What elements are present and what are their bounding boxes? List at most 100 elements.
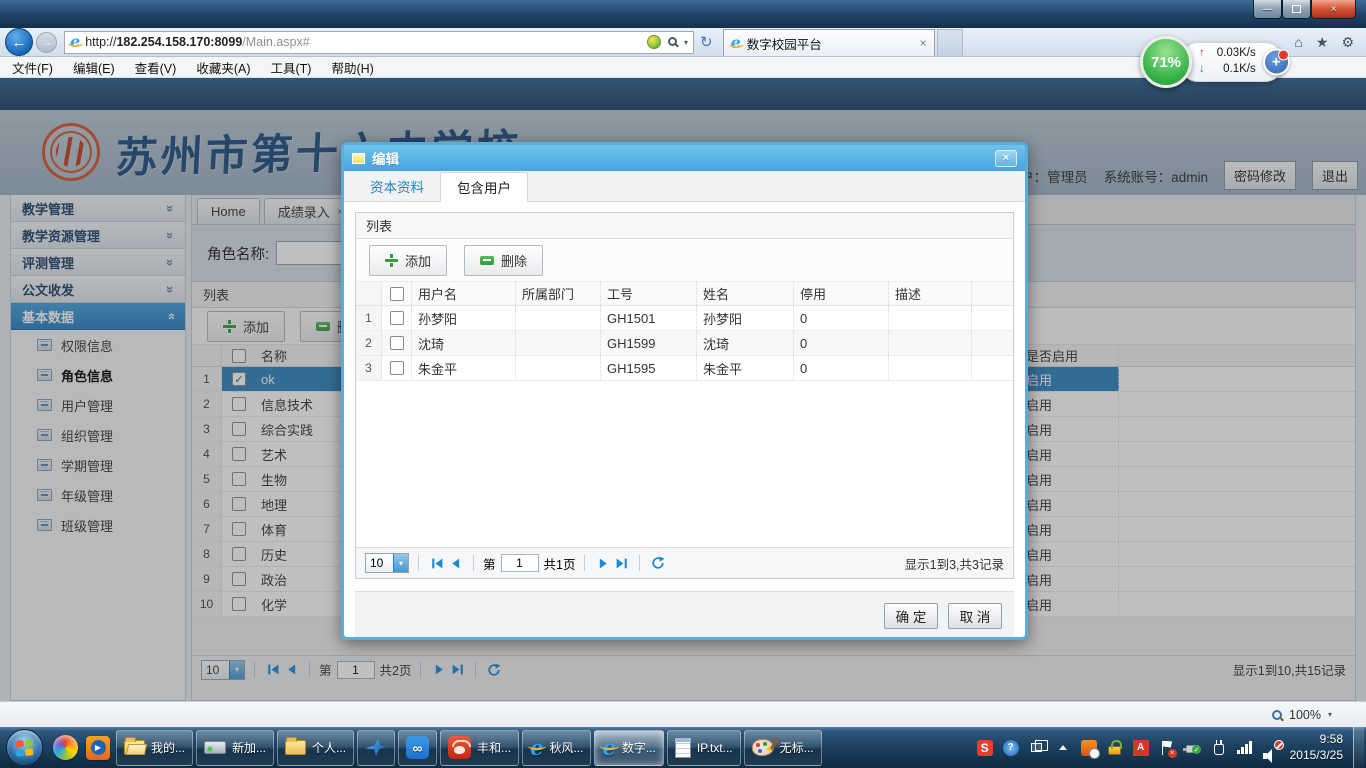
select-arrow-icon: ▾ — [393, 554, 408, 572]
menu-item-5[interactable]: 帮助(H) — [321, 58, 383, 77]
ok-button[interactable]: 确 定 — [884, 603, 938, 629]
window-restore-icon[interactable] — [1029, 739, 1045, 756]
dialog-close-button[interactable]: × — [995, 150, 1017, 167]
system-tray: S? A × ✓ — [973, 739, 1284, 756]
users-table-row[interactable]: 2沈琦GH1599沈琦0 — [356, 331, 1013, 356]
users-cell: GH1599 — [601, 331, 697, 355]
users-column-header-4[interactable]: 停用 — [794, 282, 889, 305]
dialog-tabstrip: 资本资料包含用户 — [344, 171, 1025, 202]
back-button[interactable]: ← — [5, 28, 33, 56]
new-tab-button[interactable] — [937, 29, 963, 56]
volume-muted-icon[interactable] — [1263, 739, 1280, 756]
sogou-s-icon[interactable]: S — [977, 739, 993, 756]
taskbar-button-4[interactable]: ∞ — [398, 730, 437, 766]
show-desktop-button[interactable] — [1353, 727, 1364, 768]
menu-item-4[interactable]: 工具(T) — [260, 58, 321, 77]
dialog-titlebar[interactable]: 编辑 × — [344, 145, 1025, 171]
search-dropdown-icon[interactable]: ▾ — [684, 38, 688, 47]
row-checkbox[interactable] — [390, 361, 404, 375]
progress-circle[interactable]: 71% — [1140, 36, 1192, 88]
menu-item-2[interactable]: 查看(V) — [125, 58, 187, 77]
reload-button[interactable] — [649, 554, 667, 572]
adobe-icon[interactable]: A — [1133, 739, 1149, 756]
add-user-button[interactable]: 添加 — [369, 245, 447, 276]
select-all-checkbox[interactable] — [390, 287, 404, 301]
users-column-header-2[interactable]: 工号 — [601, 282, 697, 305]
taskbar-button-7[interactable]: e数字... — [594, 730, 663, 766]
users-table-row[interactable]: 1孙梦阳GH1501孙梦阳0 — [356, 306, 1013, 331]
row-checkbox[interactable] — [390, 311, 404, 325]
row-checkbox-cell — [382, 331, 412, 355]
netspeed-overlay[interactable]: 71% ↑0.03K/s ↓0.1K/s + — [1140, 36, 1283, 88]
users-column-header-3[interactable]: 姓名 — [697, 282, 794, 305]
help-icon[interactable]: ? — [1003, 739, 1019, 756]
taskbar-button-6[interactable]: e秋风... — [522, 730, 591, 766]
site-safety-icon[interactable] — [647, 35, 661, 49]
taskbar-button-label: 新加... — [232, 739, 266, 756]
taskbar-clock[interactable]: 9:58 2015/3/25 — [1290, 732, 1343, 763]
start-button[interactable] — [6, 729, 43, 766]
users-table-row[interactable]: 3朱金平GH1595朱金平0 — [356, 356, 1013, 381]
forward-icon: → — [41, 35, 53, 49]
taskbar-button-8[interactable]: IP.txt... — [667, 730, 741, 766]
minimize-button[interactable]: — — [1253, 0, 1282, 19]
zoom-dropdown-icon[interactable]: ▾ — [1328, 710, 1332, 719]
taskbar-button-9[interactable]: 无标... — [744, 730, 822, 766]
taskbar-button-label: 我的... — [151, 739, 185, 756]
favorites-icon[interactable]: ★ — [1316, 34, 1329, 51]
hidden-icons-arrow-icon[interactable] — [1055, 739, 1071, 756]
cancel-button[interactable]: 取 消 — [948, 603, 1002, 629]
page-number-input[interactable] — [501, 554, 539, 572]
refresh-button[interactable]: ↻ — [700, 33, 713, 51]
menu-item-1[interactable]: 编辑(E) — [63, 58, 125, 77]
taskbar-button-2[interactable]: 个人... — [277, 730, 354, 766]
browser-statusbar: 100% ▾ — [0, 701, 1366, 727]
forward-button[interactable]: → — [36, 32, 57, 53]
network-signal-icon[interactable] — [1237, 739, 1253, 756]
folder-open-icon — [124, 740, 145, 755]
taskbar-button-0[interactable]: 我的... — [116, 730, 193, 766]
quicklaunch-media[interactable]: ▶ — [83, 732, 113, 764]
users-cell — [889, 306, 972, 330]
quicklaunch-sogou[interactable] — [50, 732, 80, 764]
ox-clock-icon[interactable] — [1081, 739, 1097, 756]
browser-tab[interactable]: e 数字校园平台 × — [723, 29, 935, 56]
search-icon[interactable] — [668, 35, 677, 49]
taskbar-button-label: IP.txt... — [697, 741, 733, 755]
home-icon[interactable]: ⌂ — [1294, 34, 1302, 50]
taskbar-button-5[interactable]: 丰和... — [440, 730, 519, 766]
users-column-header-5[interactable]: 描述 — [889, 282, 972, 305]
taskbar-button-3[interactable] — [357, 730, 395, 766]
maximize-button[interactable] — [1282, 0, 1311, 19]
action-center-flag-icon[interactable]: × — [1159, 739, 1175, 756]
gear-icon[interactable]: ⚙ — [1341, 34, 1354, 51]
prev-page-button[interactable] — [446, 554, 464, 572]
tab-close-icon[interactable]: × — [920, 36, 927, 50]
address-bar[interactable]: e http://182.254.158.170:8099/Main.aspx#… — [64, 31, 694, 54]
users-column-header-0[interactable]: 用户名 — [412, 282, 516, 305]
page-size-select[interactable]: 10▾ — [365, 553, 409, 573]
next-page-button[interactable] — [594, 554, 612, 572]
zoom-icon — [1272, 710, 1282, 720]
taskbar-button-1[interactable]: 新加... — [196, 730, 274, 766]
first-page-button[interactable] — [428, 554, 446, 572]
usb-safe-icon[interactable]: ✓ — [1185, 739, 1201, 756]
delete-user-button[interactable]: 删除 — [464, 245, 543, 276]
last-page-button[interactable] — [612, 554, 630, 572]
ie-favicon: e — [70, 34, 80, 50]
downloader-icon[interactable]: + — [1263, 49, 1290, 76]
zoom-level[interactable]: 100% — [1289, 708, 1321, 722]
users-cell: 0 — [794, 331, 889, 355]
lock-icon[interactable] — [1107, 739, 1123, 756]
taskbar: ▶ 我的... 新加... 个人... ∞丰和...e秋风...e数字... IP.tx… — [0, 727, 1366, 768]
power-plug-icon[interactable] — [1211, 739, 1227, 756]
menu-item-3[interactable]: 收藏夹(A) — [186, 58, 260, 77]
menu-item-0[interactable]: 文件(F) — [2, 58, 63, 77]
edit-dialog: 编辑 × 资本资料包含用户 列表 添加 删除 用户名所属部门工号姓名停用描述1孙… — [341, 142, 1028, 640]
dialog-tab-0[interactable]: 资本资料 — [354, 171, 440, 201]
close-window-button[interactable]: × — [1311, 0, 1356, 19]
url-text: http://182.254.158.170:8099/Main.aspx# — [85, 35, 310, 49]
dialog-tab-1[interactable]: 包含用户 — [440, 172, 528, 202]
row-checkbox[interactable] — [390, 336, 404, 350]
users-column-header-1[interactable]: 所属部门 — [516, 282, 601, 305]
